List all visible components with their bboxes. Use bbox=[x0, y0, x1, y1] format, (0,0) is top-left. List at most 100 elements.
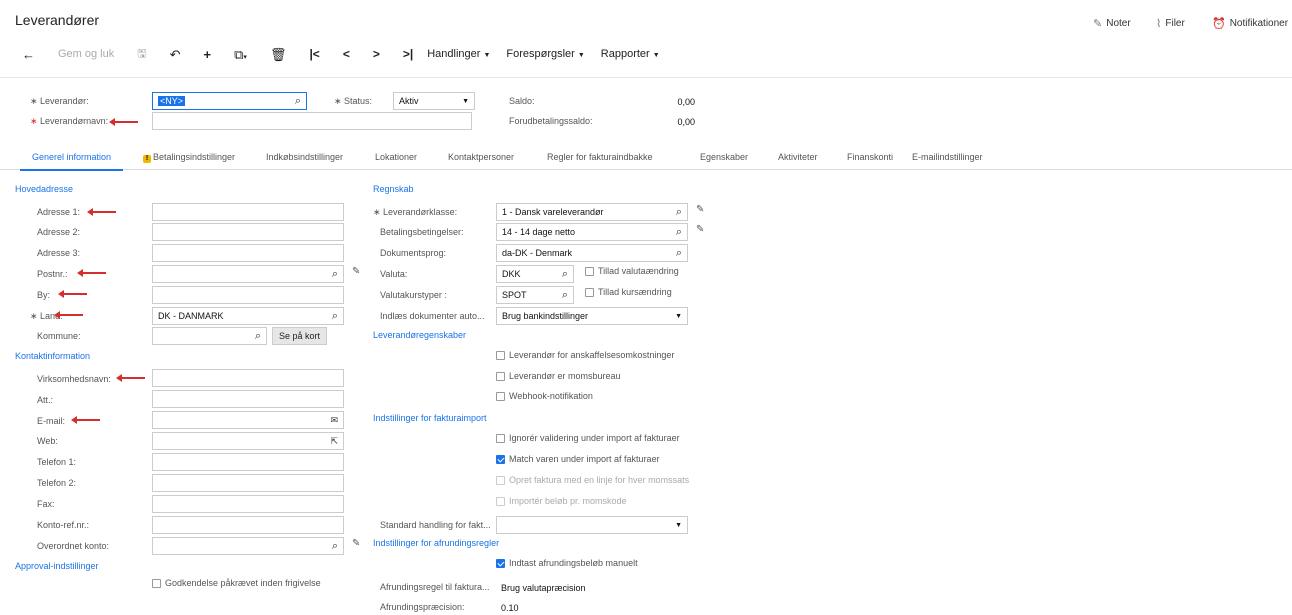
company-name-input[interactable] bbox=[152, 369, 344, 387]
files-label: Filer bbox=[1165, 18, 1185, 29]
last-record-icon[interactable]: >| bbox=[403, 48, 413, 60]
search-icon[interactable]: ⌕ bbox=[676, 247, 682, 260]
address2-label: Adresse 2: bbox=[37, 227, 81, 237]
undo-icon[interactable]: ↶ bbox=[170, 48, 181, 61]
search-icon[interactable]: ⌕ bbox=[562, 268, 568, 281]
reports-menu[interactable]: Rapporter ▼ bbox=[601, 48, 660, 60]
previous-record-icon[interactable]: < bbox=[343, 48, 350, 60]
landed-cost-vendor-checkbox[interactable]: Leverandør for anskaffelsesomkostninger bbox=[496, 350, 674, 360]
search-icon[interactable]: ⌕ bbox=[332, 268, 338, 281]
tab-purchase-settings[interactable]: Indkøbsindstillinger bbox=[266, 152, 343, 162]
first-record-icon[interactable]: |< bbox=[309, 48, 319, 60]
copy-paste-icon[interactable]: ⧉▾ bbox=[234, 48, 247, 61]
search-icon[interactable]: ⌕ bbox=[676, 206, 682, 219]
see-on-map-button[interactable]: Se på kort bbox=[272, 327, 328, 345]
tab-general-information[interactable]: Generel information bbox=[19, 152, 124, 171]
city-input[interactable] bbox=[152, 286, 344, 304]
status-select[interactable]: Aktiv ▼ bbox=[393, 92, 475, 110]
tab-payment-settings[interactable]: ! Betalingsindstillinger bbox=[143, 152, 235, 163]
paperclip-icon: ⌇ bbox=[1156, 18, 1162, 30]
checkbox-box[interactable] bbox=[496, 558, 505, 568]
manual-rounding-checkbox[interactable]: Indtast afrundingsbeløb manuelt bbox=[496, 558, 638, 568]
notes-link[interactable]: ✎ Noter bbox=[1093, 17, 1131, 30]
allow-currency-override-checkbox[interactable]: Tillad valutaændring bbox=[585, 266, 679, 276]
checkbox-box[interactable] bbox=[496, 391, 505, 401]
files-link[interactable]: ⌇ Filer bbox=[1156, 17, 1185, 30]
rate-type-value: SPOT bbox=[502, 290, 527, 300]
next-record-icon[interactable]: > bbox=[373, 48, 380, 60]
tab-gl-accounts[interactable]: Finanskonti bbox=[847, 152, 893, 162]
search-icon[interactable]: ⌕ bbox=[332, 310, 338, 323]
phone2-input[interactable] bbox=[152, 474, 344, 492]
external-link-icon[interactable]: ⇱ bbox=[330, 436, 338, 447]
currency-field[interactable]: DKK ⌕ bbox=[496, 265, 574, 283]
tab-contacts[interactable]: Kontaktpersoner bbox=[448, 152, 514, 162]
ignore-validation-checkbox[interactable]: Ignorér validering under import af faktu… bbox=[496, 433, 680, 443]
tab-attributes[interactable]: Egenskaber bbox=[700, 152, 748, 162]
checkbox-box[interactable] bbox=[496, 371, 505, 381]
import-amount-per-vat-checkbox[interactable]: Importér beløb pr. momskode bbox=[496, 496, 627, 506]
back-icon[interactable]: ← bbox=[22, 48, 35, 61]
rate-type-field[interactable]: SPOT ⌕ bbox=[496, 286, 574, 304]
pencil-icon[interactable]: ✎ bbox=[696, 204, 704, 215]
delete-icon[interactable]: 🗑 bbox=[270, 48, 287, 61]
search-icon[interactable]: ⌕ bbox=[562, 289, 568, 302]
municipality-label: Kommune: bbox=[37, 331, 81, 341]
checkbox-box[interactable] bbox=[496, 433, 505, 443]
address1-input[interactable] bbox=[152, 203, 344, 221]
actions-menu[interactable]: Handlinger ▼ bbox=[427, 48, 490, 60]
save-close-button[interactable]: Gem og luk bbox=[58, 48, 114, 60]
match-item-checkbox[interactable]: Match varen under import af fakturaer bbox=[496, 454, 660, 464]
pencil-icon[interactable]: ✎ bbox=[696, 224, 704, 235]
tab-invoice-inbox-rules[interactable]: Regler for fakturaindbakke bbox=[547, 152, 653, 162]
standard-handling-select[interactable]: ▼ bbox=[496, 516, 688, 534]
search-icon[interactable]: ⌕ bbox=[295, 95, 301, 108]
web-field[interactable]: ⇱ bbox=[152, 432, 344, 450]
municipality-field[interactable]: ⌕ bbox=[152, 327, 267, 345]
country-field[interactable]: DK - DANMARK ⌕ bbox=[152, 307, 344, 325]
tab-activities[interactable]: Aktiviteter bbox=[778, 152, 818, 162]
envelope-icon[interactable]: ✉ bbox=[330, 415, 338, 426]
attention-input[interactable] bbox=[152, 390, 344, 408]
checkbox-box[interactable] bbox=[496, 496, 505, 506]
email-field[interactable]: ✉ bbox=[152, 411, 344, 429]
payment-terms-field[interactable]: 14 - 14 dage netto ⌕ bbox=[496, 223, 688, 241]
checkbox-box[interactable] bbox=[585, 266, 594, 276]
load-documents-label: Indlæs dokumenter auto... bbox=[380, 311, 485, 321]
add-icon[interactable]: + bbox=[204, 48, 212, 61]
search-icon[interactable]: ⌕ bbox=[676, 226, 682, 239]
fax-input[interactable] bbox=[152, 495, 344, 513]
parent-account-field[interactable]: ⌕ bbox=[152, 537, 344, 555]
line-per-vat-checkbox[interactable]: Opret faktura med en linje for hver moms… bbox=[496, 475, 689, 485]
vendor-class-field[interactable]: 1 - Dansk vareleverandør ⌕ bbox=[496, 203, 688, 221]
address2-input[interactable] bbox=[152, 223, 344, 241]
load-documents-select[interactable]: Brug bankindstillinger ▼ bbox=[496, 307, 688, 325]
approval-required-checkbox[interactable]: Godkendelse påkrævet inden frigivelse bbox=[152, 578, 321, 588]
vendor-name-input[interactable] bbox=[152, 112, 472, 130]
vendor-id-field[interactable]: <NY> ⌕ bbox=[152, 92, 307, 110]
webhook-notification-checkbox[interactable]: Webhook-notifikation bbox=[496, 391, 593, 401]
save-icon[interactable]: 🖫 bbox=[137, 48, 146, 60]
allow-rate-override-checkbox[interactable]: Tillad kursændring bbox=[585, 287, 672, 297]
checkbox-box[interactable] bbox=[496, 350, 505, 360]
notes-label: Noter bbox=[1106, 18, 1131, 29]
notifications-link[interactable]: ⏰ Notifikationer bbox=[1212, 17, 1288, 30]
search-icon[interactable]: ⌕ bbox=[255, 330, 261, 343]
invoice-import-section-title: Indstillinger for fakturaimport bbox=[373, 413, 487, 423]
postal-code-field[interactable]: ⌕ bbox=[152, 265, 344, 283]
checkbox-box[interactable] bbox=[585, 287, 594, 297]
phone1-input[interactable] bbox=[152, 453, 344, 471]
account-ref-input[interactable] bbox=[152, 516, 344, 534]
address3-input[interactable] bbox=[152, 244, 344, 262]
tab-email-settings[interactable]: E-mailindstillinger bbox=[912, 152, 983, 162]
pencil-icon[interactable]: ✎ bbox=[352, 538, 360, 549]
inquiries-menu[interactable]: Forespørgsler ▼ bbox=[506, 48, 584, 60]
document-language-field[interactable]: da-DK - Denmark ⌕ bbox=[496, 244, 688, 262]
pencil-icon[interactable]: ✎ bbox=[352, 266, 360, 277]
search-icon[interactable]: ⌕ bbox=[332, 540, 338, 553]
checkbox-box[interactable] bbox=[152, 578, 161, 588]
checkbox-box[interactable] bbox=[496, 475, 505, 485]
tab-locations[interactable]: Lokationer bbox=[375, 152, 417, 162]
checkbox-box[interactable] bbox=[496, 454, 505, 464]
tax-agency-checkbox[interactable]: Leverandør er momsbureau bbox=[496, 371, 621, 381]
